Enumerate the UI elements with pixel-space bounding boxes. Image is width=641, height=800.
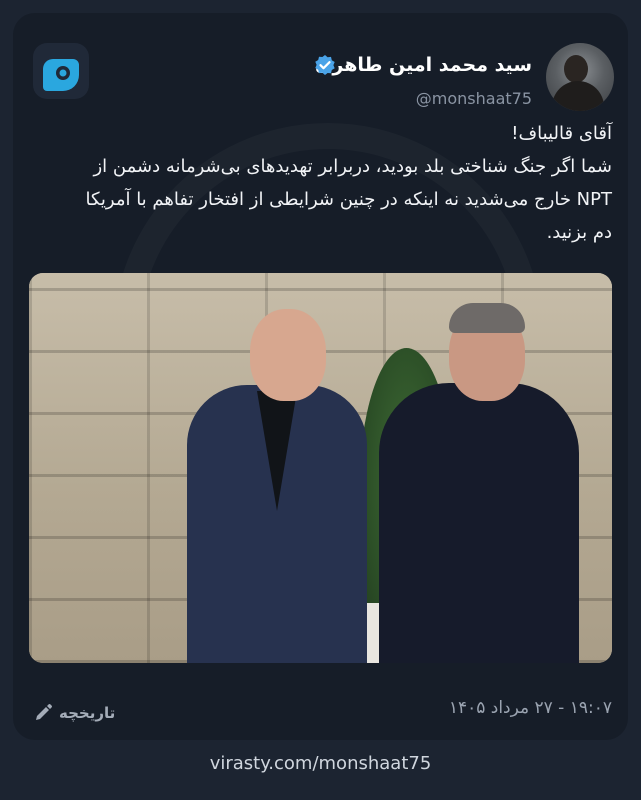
- post-text-line: NPT خارج می‌شدید نه اینکه در چنین شرایطی…: [85, 189, 612, 210]
- pencil-icon: [33, 703, 53, 723]
- profile-link[interactable]: virasty.com/monshaat75: [0, 753, 641, 774]
- history-label: تاریخچه: [59, 704, 116, 722]
- verified-badge-icon: [314, 54, 336, 76]
- post-timestamp: ۱۹:۰۷ - ۲۷ مرداد ۱۴۰۵: [448, 698, 612, 718]
- post-text-line: شما اگر جنگ شناختی بلد بودید، دربرابر ته…: [93, 156, 612, 177]
- post-text: آقای قالیباف! شما اگر جنگ شناختی بلد بود…: [32, 117, 612, 249]
- post-text-line: دم بزنید.: [546, 222, 612, 243]
- author-name[interactable]: سید محمد امین طاهری: [315, 54, 532, 76]
- history-button[interactable]: تاریخچه: [33, 703, 115, 723]
- post-card: سید محمد امین طاهری @monshaat75 آقای قال…: [13, 13, 628, 740]
- avatar[interactable]: [546, 43, 614, 111]
- virasty-logo-icon[interactable]: [33, 43, 89, 99]
- post-image[interactable]: [29, 273, 612, 663]
- author-handle[interactable]: @monshaat75: [416, 89, 532, 108]
- post-text-line: آقای قالیباف!: [511, 123, 612, 144]
